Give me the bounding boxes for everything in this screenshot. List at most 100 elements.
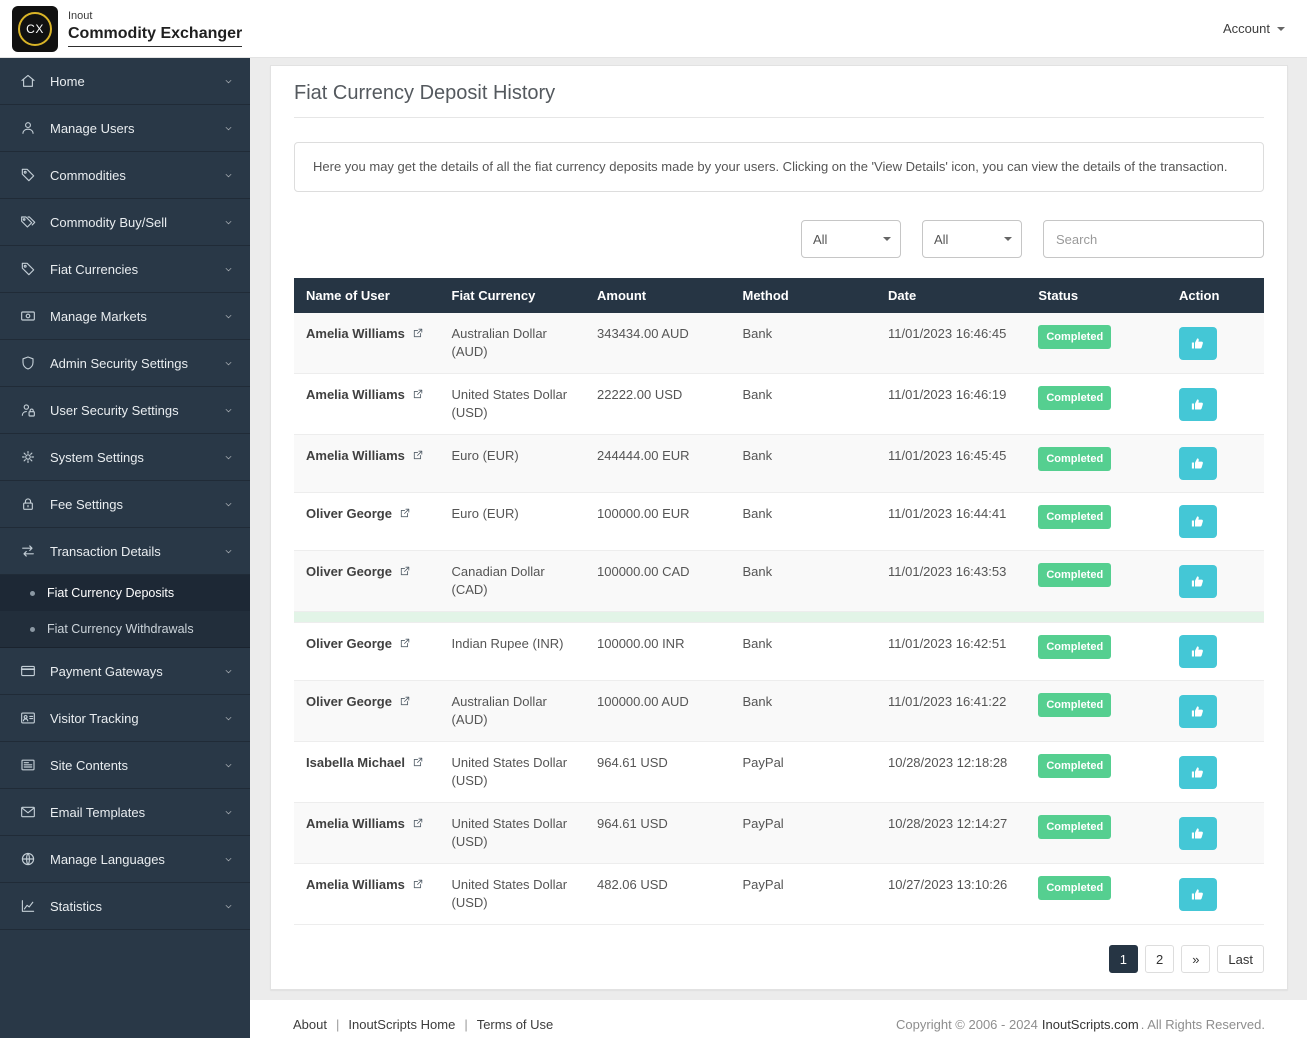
method-cell: Bank xyxy=(742,326,773,341)
external-link-icon[interactable] xyxy=(399,693,411,711)
account-menu[interactable]: Account xyxy=(1223,21,1285,36)
sidebar-item-manage-users[interactable]: Manage Users xyxy=(0,105,250,152)
date-cell: 11/01/2023 16:43:53 xyxy=(888,564,1007,579)
status-cell: Completed xyxy=(1026,313,1167,374)
view-details-button[interactable] xyxy=(1178,755,1217,789)
search-input[interactable] xyxy=(1043,220,1264,258)
filter-select-method[interactable]: All xyxy=(801,220,901,258)
chevron-down-icon xyxy=(223,452,234,463)
status-cell: Completed xyxy=(1026,435,1167,493)
view-details-button[interactable] xyxy=(1178,326,1217,360)
chevron-down-icon xyxy=(223,713,234,724)
view-details-button[interactable] xyxy=(1178,694,1217,728)
view-details-button[interactable] xyxy=(1178,505,1217,538)
sidebar-item-site-contents[interactable]: Site Contents xyxy=(0,742,250,789)
copyright-brand-link[interactable]: InoutScripts.com xyxy=(1042,1017,1139,1032)
brand-name-bottom: Commodity Exchanger xyxy=(68,24,243,47)
sidebar-subitem-fiat-currency-deposits[interactable]: Fiat Currency Deposits xyxy=(0,575,250,611)
external-link-icon[interactable] xyxy=(399,505,411,523)
sidebar-item-commodities[interactable]: Commodities xyxy=(0,152,250,199)
sidebar-item-manage-markets[interactable]: Manage Markets xyxy=(0,293,250,340)
sidebar-item-admin-security-settings[interactable]: Admin Security Settings xyxy=(0,340,250,387)
view-details-button[interactable] xyxy=(1178,635,1217,668)
amount-cell: 482.06 USD xyxy=(597,877,668,892)
external-link-icon[interactable] xyxy=(412,876,424,894)
account-label: Account xyxy=(1223,21,1270,36)
external-link-icon[interactable] xyxy=(399,563,411,581)
panel-head: Fiat Currency Deposit History xyxy=(294,66,1264,118)
sidebar-item-user-security-settings[interactable]: User Security Settings xyxy=(0,387,250,434)
sidebar-item-manage-languages[interactable]: Manage Languages xyxy=(0,836,250,883)
sidebar-item-visitor-tracking[interactable]: Visitor Tracking xyxy=(0,695,250,742)
footer-link-about[interactable]: About xyxy=(293,1017,327,1032)
view-details-button[interactable] xyxy=(1178,387,1217,421)
view-details-button[interactable] xyxy=(1178,447,1217,480)
sidebar-item-transaction-details[interactable]: Transaction Details xyxy=(0,528,250,575)
table-row: Isabella Michael United States Dollar (US… xyxy=(294,742,1264,803)
action-cell xyxy=(1167,803,1264,864)
column-header-action: Action xyxy=(1166,278,1264,313)
sidebar-item-system-settings[interactable]: System Settings xyxy=(0,434,250,481)
sidebar-item-fee-settings[interactable]: Fee Settings xyxy=(0,481,250,528)
sidebar: Home Manage Users Commodities Commodity Buy… xyxy=(0,58,250,1038)
sidebar-subitem-label: Fiat Currency Deposits xyxy=(47,586,175,600)
pagination-next[interactable]: » xyxy=(1181,945,1211,973)
sidebar-item-label: User Security Settings xyxy=(50,402,179,418)
external-link-icon[interactable] xyxy=(412,754,424,772)
sidebar-item-statistics[interactable]: Statistics xyxy=(0,883,250,930)
external-link-icon[interactable] xyxy=(412,815,424,833)
column-header-amount: Amount xyxy=(585,278,731,313)
external-link-icon[interactable] xyxy=(399,635,411,653)
view-details-button[interactable] xyxy=(1178,877,1217,911)
footer-link-terms-of-use[interactable]: Terms of Use xyxy=(477,1017,554,1032)
footer-link-inoutscripts-home[interactable]: InoutScripts Home xyxy=(348,1017,455,1032)
sidebar-item-commodity-buy-sell[interactable]: Commodity Buy/Sell xyxy=(0,199,250,246)
sidebar-submenu: Fiat Currency Deposits Fiat Currency With… xyxy=(0,575,250,648)
sidebar-item-home[interactable]: Home xyxy=(0,58,250,105)
sidebar-item-label: Fee Settings xyxy=(50,496,123,512)
sidebar-item-fiat-currencies[interactable]: Fiat Currencies xyxy=(0,246,250,293)
name-cell: Oliver George xyxy=(294,493,440,551)
user-name: Amelia Williams xyxy=(306,326,405,341)
view-details-button[interactable] xyxy=(1178,564,1217,598)
method-cell: Bank xyxy=(742,636,773,651)
filter-select-status[interactable]: All xyxy=(922,220,1022,258)
amount-cell: 244444.00 EUR xyxy=(597,448,690,463)
envelope-icon xyxy=(20,804,36,820)
status-cell: Completed xyxy=(1026,493,1167,551)
caret-down-icon xyxy=(883,237,891,241)
thumbs-up-icon xyxy=(1190,336,1205,351)
status-badge: Completed xyxy=(1038,754,1112,778)
pagination-page-2[interactable]: 2 xyxy=(1144,945,1175,973)
name-cell: Amelia Williams xyxy=(294,435,440,493)
name-cell: Amelia Williams xyxy=(294,313,440,374)
sidebar-item-email-templates[interactable]: Email Templates xyxy=(0,789,250,836)
sidebar-item-payment-gateways[interactable]: Payment Gateways xyxy=(0,648,250,695)
chevron-down-icon xyxy=(223,358,234,369)
table-row: Oliver George Canadian Dollar (CAD) 100000… xyxy=(294,550,1264,612)
fiat-currency-cell: United States Dollar (USD) xyxy=(451,816,568,849)
thumbs-up-icon xyxy=(1190,397,1205,412)
method-cell: PayPal xyxy=(742,755,784,770)
action-cell xyxy=(1167,623,1264,681)
date-cell: 10/28/2023 12:18:28 xyxy=(888,755,1008,770)
logo-ring: CX xyxy=(18,11,52,46)
external-link-icon[interactable] xyxy=(412,447,424,465)
sidebar-subitem-fiat-currency-withdrawals[interactable]: Fiat Currency Withdrawals xyxy=(0,611,250,647)
user-name: Amelia Williams xyxy=(306,877,405,892)
date-cell: 11/01/2023 16:44:41 xyxy=(888,506,1007,521)
fiat-currency-cell: Australian Dollar (AUD) xyxy=(451,326,547,359)
logo-text: CX xyxy=(26,21,44,36)
external-link-icon[interactable] xyxy=(412,325,424,343)
action-cell xyxy=(1167,435,1264,493)
deposits-table: Name of User Fiat Currency Amount Method Dat… xyxy=(294,278,1264,925)
pagination-page-1[interactable]: 1 xyxy=(1108,945,1138,973)
chevron-down-icon xyxy=(223,807,234,818)
sidebar-item-label: Home xyxy=(50,73,85,89)
method-cell: PayPal xyxy=(742,816,784,831)
view-details-button[interactable] xyxy=(1178,816,1217,850)
chevron-down-icon xyxy=(223,546,234,557)
chevron-down-icon xyxy=(223,666,234,677)
pagination-page-last[interactable]: Last xyxy=(1217,945,1264,973)
external-link-icon[interactable] xyxy=(412,386,424,404)
